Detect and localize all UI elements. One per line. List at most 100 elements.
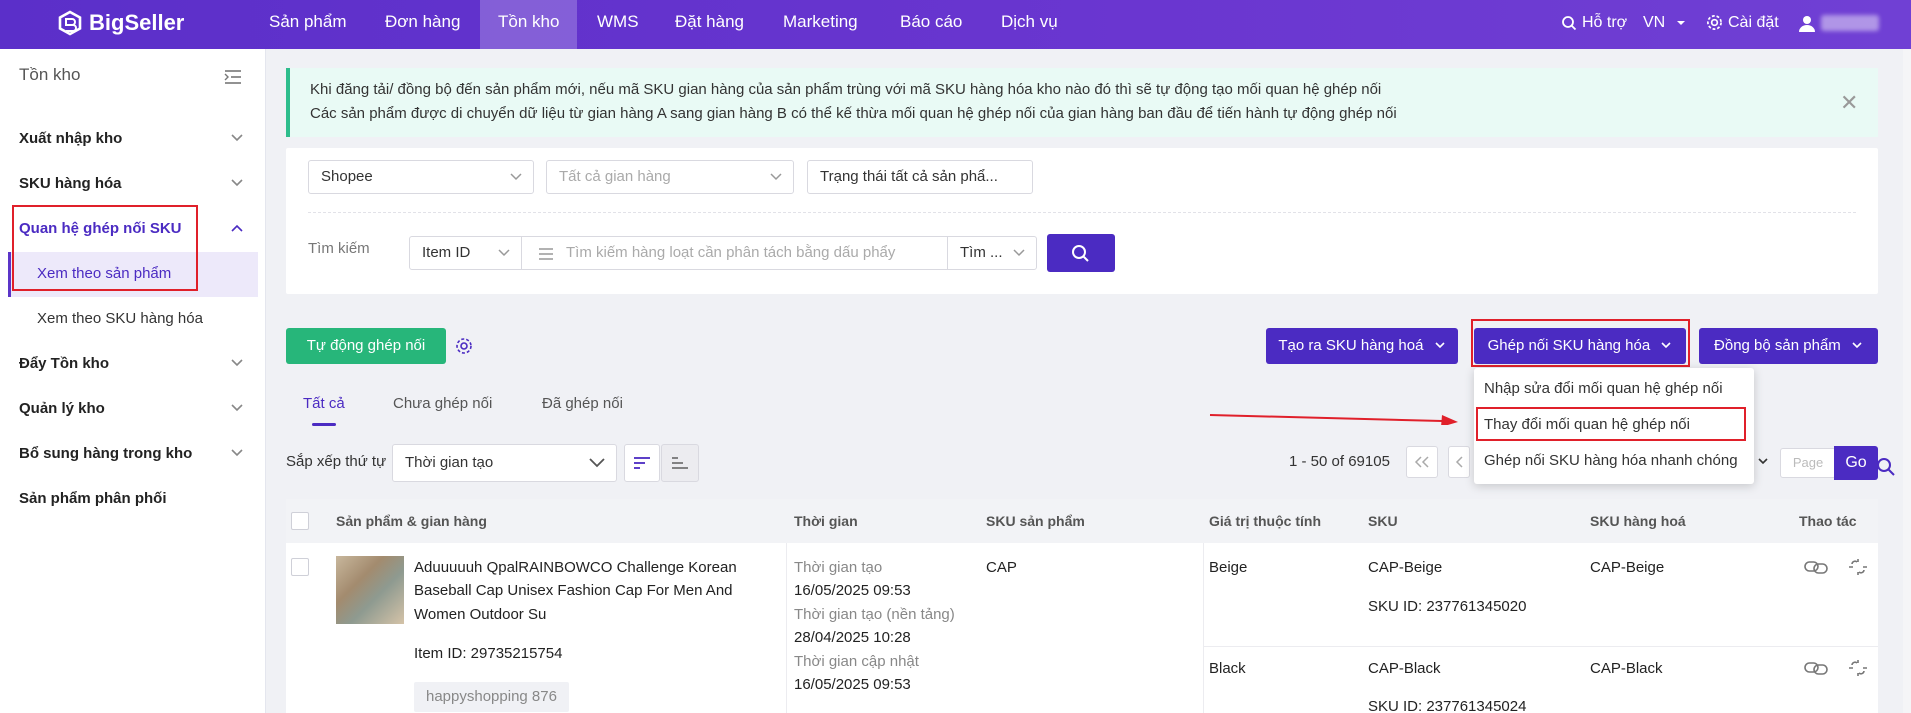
tab-da-ghep-noi[interactable]: Đã ghép nối [542,395,623,412]
double-chevron-left-icon [1414,456,1429,468]
search-input[interactable]: Tìm kiếm hàng loạt cần phân tách bằng dấ… [521,236,948,270]
sidebar-item-xuat-nhap-kho[interactable]: Xuất nhập kho [19,130,122,147]
list-icon [539,248,553,260]
search-icon [1072,245,1089,262]
sort-asc-button[interactable] [661,444,699,482]
caret-down-icon [1677,20,1686,25]
product-title-line-1[interactable]: Aduuuuuh QpalRAINBOWCO Challenge Korean [414,559,737,576]
tab-tat-ca[interactable]: Tất cả [303,395,345,412]
sync-products-label: Đồng bộ sản phẩm [1714,337,1841,354]
row-checkbox[interactable] [291,558,309,576]
nav-wms[interactable]: WMS [579,0,657,49]
sidebar-item-sku-hang-hoa[interactable]: SKU hàng hóa [19,175,122,192]
sidebar-item-bo-sung-hang[interactable]: Bổ sung hàng trong kho [19,445,192,462]
status-value: Trạng thái tất cả sản phẩ... [820,168,998,185]
nav-bao-cao[interactable]: Báo cáo [882,0,980,49]
chevron-down-icon [231,359,243,367]
chevron-down-icon [231,134,243,142]
page-input[interactable]: Page [1780,448,1836,478]
col-actions: Thao tác [1799,513,1857,529]
search-mode-value: Tìm ... [960,244,1003,261]
nav-dich-vu[interactable]: Dịch vụ [983,0,1076,49]
gear-icon[interactable] [455,337,473,355]
settings-link[interactable]: Cài đặt [1706,0,1779,45]
sidebar-item-day-ton-kho[interactable]: Đẩy Tồn kho [19,355,109,372]
filter-panel: Shopee Tất cả gian hàng Trạng thái tất c… [286,148,1878,294]
variant-sku-id: SKU ID: 237761345024 [1368,698,1527,713]
product-thumbnail[interactable] [336,556,404,624]
status-select[interactable]: Trạng thái tất cả sản phẩ... [807,160,1033,194]
sort-label: Sắp xếp thứ tự [286,453,387,470]
prev-page-button[interactable] [1448,446,1470,478]
product-title-line-2[interactable]: Baseball Cap Unisex Fashion Cap For Men … [414,582,733,599]
user-name-blurred [1821,14,1879,31]
sync-products-button[interactable]: Đồng bộ sản phẩm [1699,328,1878,364]
search-button[interactable] [1047,234,1115,272]
nav-san-pham[interactable]: Sản phẩm [251,0,365,49]
bigseller-logo[interactable]: BigSeller [57,10,184,36]
chevron-down-icon [231,179,243,187]
user-menu[interactable] [1798,0,1879,45]
sidebar-item-quan-ly-kho[interactable]: Quản lý kho [19,400,105,417]
link-icon[interactable] [1804,659,1828,677]
link-icon[interactable] [1804,558,1828,576]
page-scrollbar[interactable] [1903,49,1911,713]
search-mode-select[interactable]: Tìm ... [947,236,1037,270]
collapse-menu-icon[interactable] [224,69,242,85]
store-tag: happyshopping 876 [414,682,569,712]
chevron-down-icon [510,173,522,181]
variant-merchant-sku: CAP-Beige [1590,559,1665,576]
store-placeholder: Tất cả gian hàng [559,168,671,185]
nav-dat-hang[interactable]: Đặt hàng [657,0,762,49]
nav-don-hang[interactable]: Đơn hàng [367,0,478,49]
product-table: Sản phẩm & gian hàng Thời gian SKU sản p… [286,499,1878,713]
language-selector[interactable]: VN [1643,0,1686,45]
pagination-range: 1 - 50 of 69105 [1289,453,1390,470]
search-icon [1562,15,1577,30]
unlink-icon[interactable] [1848,558,1868,576]
sort-desc-button[interactable] [624,444,660,482]
chevron-down-icon [498,249,510,257]
time-platform-value: 28/04/2025 10:28 [794,629,911,646]
col-time: Thời gian [794,513,858,529]
product-title-line-3[interactable]: Women Outdoor Su [414,606,546,623]
sort-select[interactable]: Thời gian tạo [392,444,617,482]
search-icon[interactable] [1876,457,1896,477]
match-sku-dropdown: Nhập sửa đổi mối quan hệ ghép nối Thay đ… [1474,368,1754,484]
time-updated-label: Thời gian cập nhật [794,653,919,670]
nav-marketing[interactable]: Marketing [765,0,876,49]
table-header: Sản phẩm & gian hàng Thời gian SKU sản p… [286,499,1878,543]
select-all-checkbox[interactable] [291,512,309,530]
sidebar-subitem-xem-theo-sku-hang-hoa[interactable]: Xem theo SKU hàng hóa [37,310,203,327]
search-placeholder: Tìm kiếm hàng loạt cần phân tách bằng dấ… [566,244,896,261]
chevron-down-icon [589,458,605,468]
create-sku-button[interactable]: Tạo ra SKU hàng hoá [1266,328,1458,364]
sidebar-title: Tồn kho [19,65,81,84]
menu-item-import-edit-match[interactable]: Nhập sửa đổi mối quan hệ ghép nối [1484,380,1723,397]
search-label: Tìm kiếm [308,240,370,257]
info-notice: Khi đăng tải/ đồng bộ đến sản phẩm mới, … [286,68,1878,137]
go-button[interactable]: Go [1834,446,1878,480]
sidebar-item-san-pham-phan-phoi[interactable]: Sản phẩm phân phối [19,490,167,507]
col-attribute: Giá trị thuộc tính [1209,513,1321,529]
unlink-icon[interactable] [1848,659,1868,677]
nav-ton-kho[interactable]: Tồn kho [480,0,578,49]
tab-chua-ghep-noi[interactable]: Chưa ghép nối [393,395,492,412]
column-divider [1203,543,1204,713]
support-link[interactable]: Hỗ trợ [1561,0,1627,45]
search-type-select[interactable]: Item ID [409,236,522,270]
store-select[interactable]: Tất cả gian hàng [546,160,794,194]
time-platform-label: Thời gian tạo (nền tảng) [794,606,955,623]
auto-match-button[interactable]: Tự động ghép nối [286,328,446,364]
notice-line-2: Các sản phẩm được di chuyển dữ liệu từ g… [310,105,1397,122]
user-icon [1799,15,1815,32]
platform-select[interactable]: Shopee [308,160,534,194]
column-divider [786,543,787,713]
col-sku: SKU [1368,513,1398,529]
create-sku-label: Tạo ra SKU hàng hoá [1278,337,1424,354]
chevron-up-icon [231,224,243,232]
menu-item-quick-match[interactable]: Ghép nối SKU hàng hóa nhanh chóng [1484,452,1738,469]
first-page-button[interactable] [1406,446,1438,478]
close-icon[interactable]: ✕ [1840,90,1858,116]
red-arrow-annotation [1209,414,1458,425]
